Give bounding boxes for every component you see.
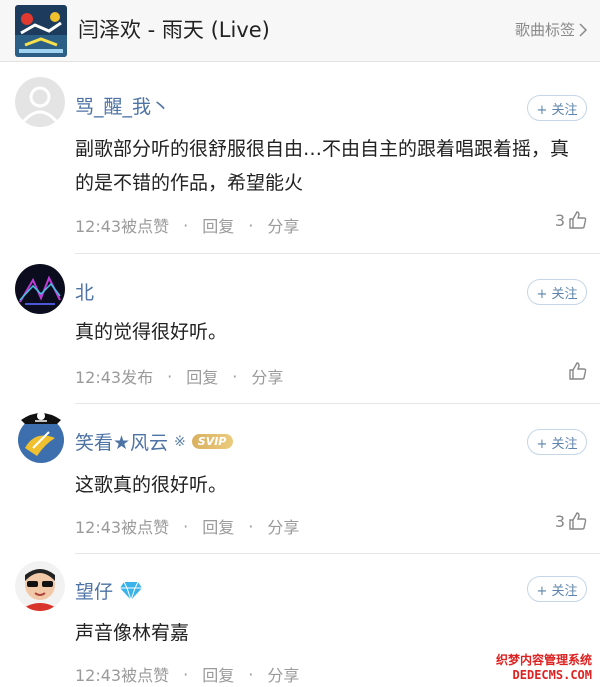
- song-tags-label: 歌曲标签: [514, 21, 575, 39]
- share-button[interactable]: 分享: [251, 364, 283, 388]
- comment-item: 笑看★风云 ※ SVIP + 关注 这歌真的很好听。 12:43被点赞 · 回复…: [0, 404, 600, 554]
- album-cover-icon[interactable]: [15, 5, 67, 57]
- comment-text: 这歌真的很好听。: [75, 474, 228, 496]
- avatar[interactable]: [15, 77, 65, 127]
- watermark-line2: DEDECMS.COM: [512, 668, 592, 682]
- username-text: 骂_醒_我丶: [75, 96, 171, 118]
- username-text: 笑看★风云: [75, 432, 169, 454]
- comment-text: 副歌部分听的很舒服很自由…不由自主的跟着唱跟着摇，真的是不错的作品，希望能火: [75, 138, 570, 194]
- separator-dot: ·: [232, 366, 238, 386]
- comment-time: 12:43被点赞: [75, 666, 170, 685]
- chevron-right-icon: [579, 22, 588, 37]
- reply-button[interactable]: 回复: [202, 514, 234, 538]
- thumbs-up-icon: [569, 211, 587, 229]
- username-text: 望仔: [75, 581, 114, 603]
- follow-button[interactable]: + 关注: [527, 279, 587, 305]
- separator-dot: ·: [183, 215, 189, 235]
- separator-dot: ·: [183, 516, 189, 536]
- comment-time: 12:43被点赞: [75, 518, 170, 537]
- separator-dot: ·: [167, 366, 173, 386]
- follow-label: + 关注: [536, 102, 578, 118]
- comment-time: 12:43被点赞: [75, 217, 170, 236]
- comment-meta: 12:43被点赞 · 回复 · 分享: [75, 213, 299, 237]
- like-button[interactable]: 3: [555, 210, 588, 230]
- like-count: 3: [554, 210, 565, 230]
- separator-dot: ·: [248, 516, 254, 536]
- watermark: 织梦内容管理系统 DEDECMS.COM: [496, 653, 592, 683]
- follow-label: + 关注: [536, 286, 578, 302]
- comment-item: 北 + 关注 真的觉得很好听。 12:43发布 · 回复 · 分享: [0, 254, 600, 404]
- username[interactable]: 笑看★风云 ※ SVIP: [75, 428, 234, 455]
- vip-mark: ※: [174, 433, 186, 450]
- reply-button[interactable]: 回复: [202, 662, 234, 686]
- share-button[interactable]: 分享: [267, 514, 299, 538]
- like-count: 3: [554, 511, 565, 531]
- separator-dot: ·: [248, 215, 254, 235]
- thumbs-up-icon: [569, 512, 587, 530]
- comment-item: 骂_醒_我丶 + 关注 副歌部分听的很舒服很自由…不由自主的跟着唱跟着摇，真的是…: [0, 62, 600, 254]
- song-tags-link[interactable]: 歌曲标签: [515, 19, 588, 40]
- avatar[interactable]: [15, 561, 65, 611]
- separator-dot: ·: [248, 664, 254, 684]
- svip-badge: SVIP: [191, 434, 234, 449]
- watermark-line1: 织梦内容管理系统: [495, 653, 592, 667]
- song-header: 闫泽欢 - 雨天 (Live) 歌曲标签: [0, 0, 600, 62]
- share-button[interactable]: 分享: [267, 213, 299, 237]
- separator-dot: ·: [183, 664, 189, 684]
- comment-text: 声音像林宥嘉: [75, 622, 190, 644]
- comment-text: 真的觉得很好听。: [75, 321, 228, 343]
- share-button[interactable]: 分享: [267, 662, 299, 686]
- username[interactable]: 北: [75, 278, 94, 305]
- reply-button[interactable]: 回复: [202, 213, 234, 237]
- comment-time: 12:43发布: [75, 368, 154, 387]
- username[interactable]: 望仔: [75, 577, 143, 604]
- like-button[interactable]: 3: [555, 511, 588, 531]
- avatar[interactable]: [15, 264, 65, 314]
- comment-meta: 12:43被点赞 · 回复 · 分享: [75, 662, 299, 686]
- comment-meta: 12:43被点赞 · 回复 · 分享: [75, 514, 299, 538]
- diamond-vip-icon: [120, 581, 143, 601]
- username[interactable]: 骂_醒_我丶: [75, 92, 170, 119]
- follow-button[interactable]: + 关注: [527, 95, 587, 121]
- username-text: 北: [75, 282, 95, 304]
- like-button[interactable]: [565, 361, 588, 381]
- comment-meta: 12:43发布 · 回复 · 分享: [75, 364, 283, 388]
- avatar[interactable]: [15, 408, 67, 464]
- song-title: 闫泽欢 - 雨天 (Live): [78, 18, 270, 42]
- follow-button[interactable]: + 关注: [527, 576, 587, 602]
- reply-button[interactable]: 回复: [186, 364, 218, 388]
- follow-button[interactable]: + 关注: [527, 429, 587, 455]
- follow-label: + 关注: [536, 583, 578, 599]
- follow-label: + 关注: [536, 436, 578, 452]
- thumbs-up-icon: [569, 362, 587, 380]
